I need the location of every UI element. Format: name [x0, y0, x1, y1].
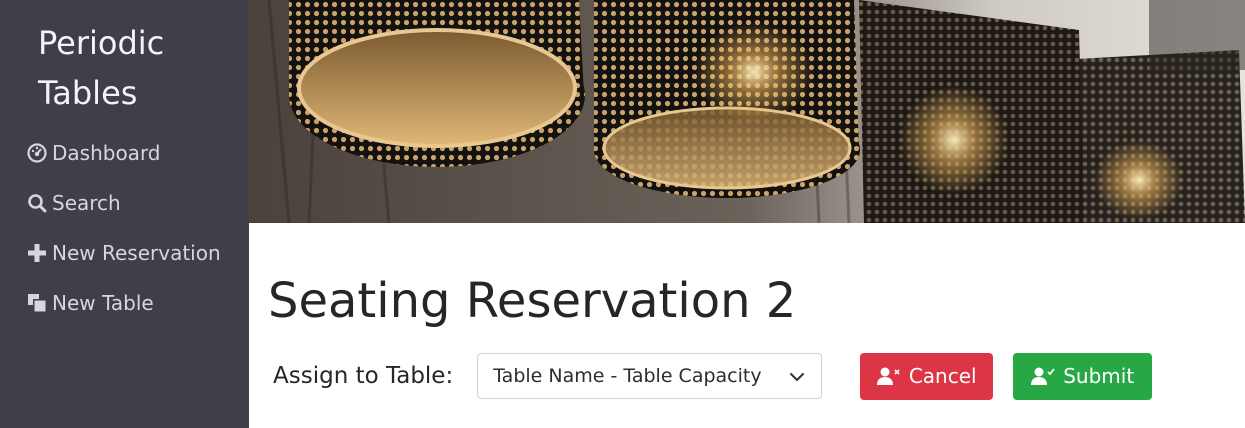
- sidebar-item-label: Search: [52, 191, 121, 215]
- sidebar-nav: Dashboard Search New Reservation New Tab…: [26, 128, 221, 328]
- sidebar-item-dashboard[interactable]: Dashboard: [26, 128, 221, 178]
- brand-title[interactable]: Periodic Tables: [38, 18, 238, 118]
- sidebar-item-search[interactable]: Search: [26, 178, 221, 228]
- page-title: Seating Reservation 2: [268, 273, 797, 329]
- assign-table-label: Assign to Table:: [273, 363, 454, 389]
- plus-icon: [26, 242, 48, 264]
- user-remove-icon: [876, 366, 901, 386]
- chevron-down-icon: [789, 368, 805, 384]
- sidebar-item-label: New Table: [52, 291, 154, 315]
- search-icon: [26, 192, 48, 214]
- cancel-label: Cancel: [908, 364, 977, 388]
- dashboard-icon: [26, 142, 48, 164]
- submit-button[interactable]: Submit: [1013, 352, 1153, 400]
- submit-label: Submit: [1063, 364, 1135, 388]
- sidebar-item-new-reservation[interactable]: New Reservation: [26, 228, 221, 278]
- brand-line-1: Periodic: [38, 24, 165, 62]
- sidebar-item-new-table[interactable]: New Table: [26, 278, 221, 328]
- table-select-value: Table Name - Table Capacity: [493, 365, 762, 387]
- table-select[interactable]: Table Name - Table Capacity: [477, 353, 823, 399]
- sidebar: Periodic Tables Dashboard Search New Res…: [0, 0, 249, 428]
- seat-form: Assign to Table: Table Name - Table Capa…: [273, 352, 1153, 400]
- user-check-icon: [1031, 366, 1055, 386]
- main-content: Seating Reservation 2 Assign to Table: T…: [249, 0, 1245, 428]
- sidebar-item-label: New Reservation: [52, 241, 221, 265]
- sidebar-item-label: Dashboard: [52, 141, 161, 165]
- app: Periodic Tables Dashboard Search New Res…: [0, 0, 1245, 428]
- cancel-button[interactable]: Cancel: [860, 352, 994, 400]
- hero-image: [249, 0, 1245, 223]
- layers-icon: [26, 292, 48, 314]
- brand-line-2: Tables: [38, 74, 138, 112]
